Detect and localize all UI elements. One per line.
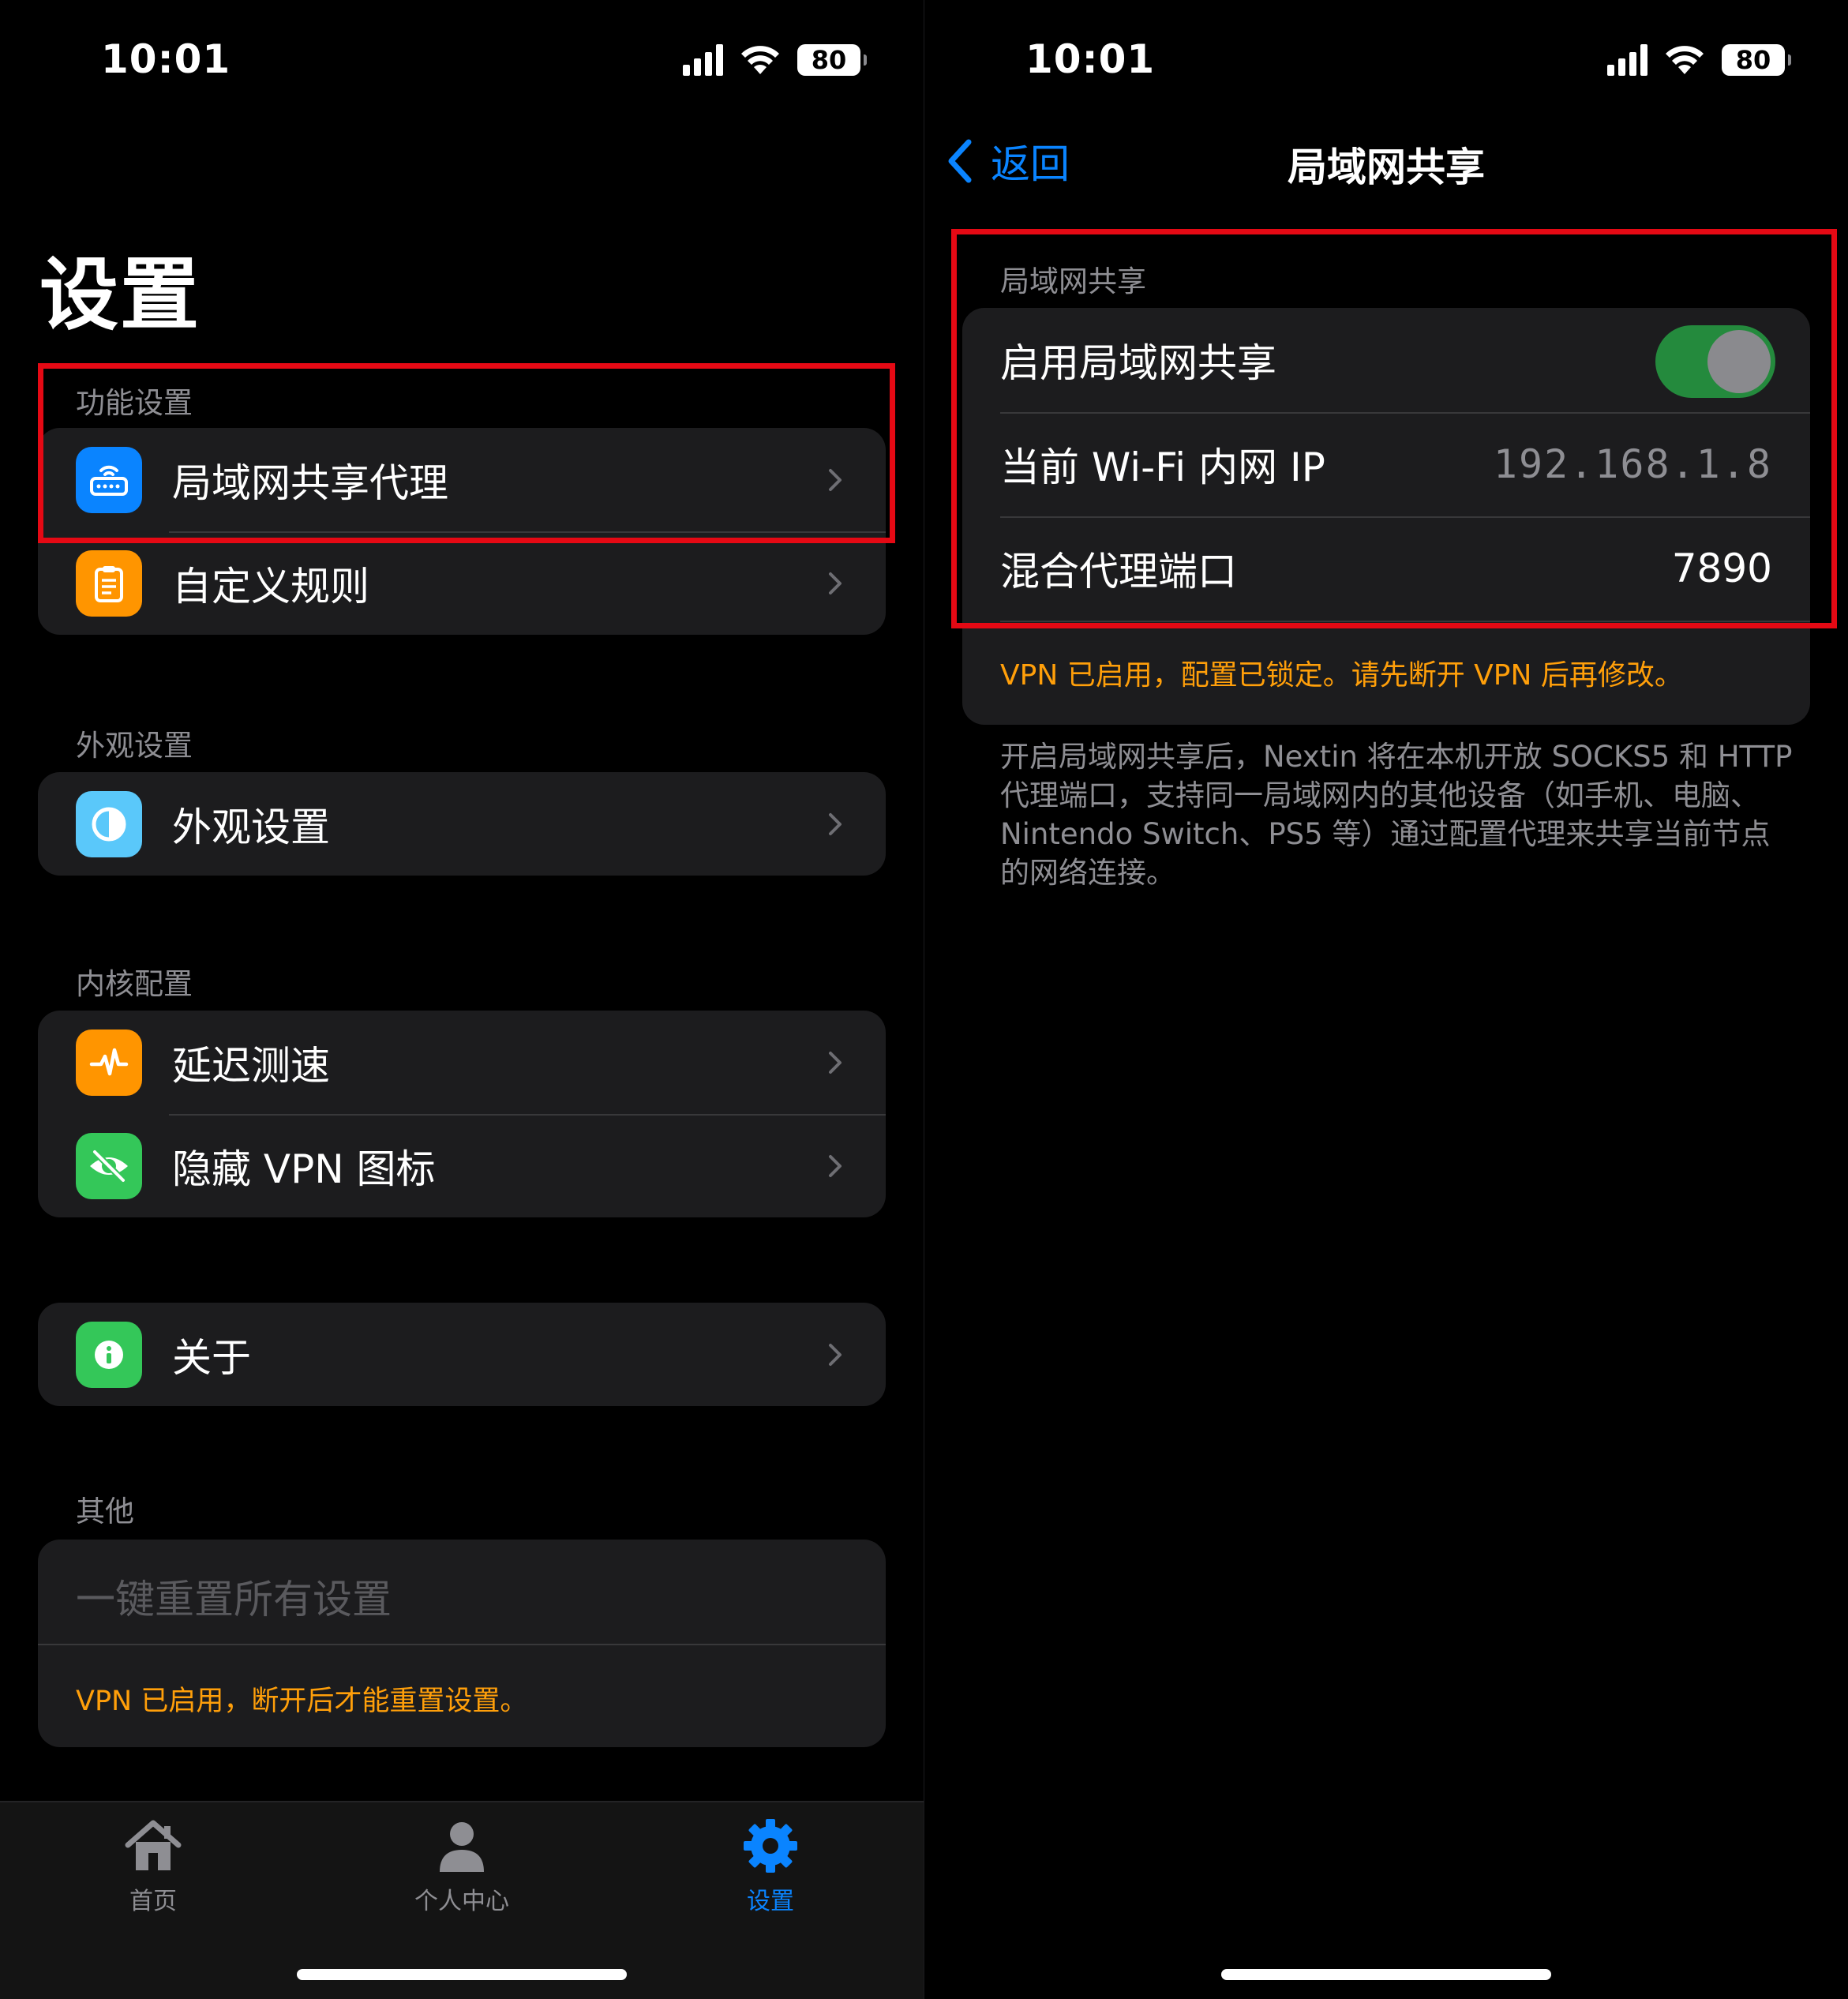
chevron-right-icon	[829, 1344, 842, 1366]
settings-item-latency-test[interactable]: 延迟测速	[38, 1011, 886, 1114]
status-time: 10:01	[1025, 36, 1156, 82]
chevron-left-icon	[948, 139, 972, 183]
home-indicator	[1221, 1969, 1551, 1980]
battery-indicator: 80	[797, 44, 867, 76]
tab-label: 首页	[129, 1888, 177, 1915]
home-indicator	[297, 1969, 627, 1980]
chevron-right-icon	[829, 813, 842, 835]
wifi-icon	[741, 46, 779, 74]
status-icons: 80	[1607, 44, 1791, 76]
cellular-signal-icon	[683, 44, 723, 76]
tab-home[interactable]: 首页	[58, 1817, 248, 1916]
contrast-icon	[76, 791, 142, 857]
lan-sharing-description: 开启局域网共享后，Nextin 将在本机开放 SOCKS5 和 HTTP 代理端…	[1000, 740, 1793, 890]
section-header-core: 内核配置	[76, 967, 193, 1001]
reset-all-settings-label: 一键重置所有设置	[76, 1577, 392, 1622]
chevron-right-icon	[829, 1155, 842, 1177]
tab-bar: 首页 个人中心 设置	[0, 1801, 924, 1999]
settings-item-appearance[interactable]: 外观设置	[38, 772, 886, 876]
other-group: 一键重置所有设置 VPN 已启用，断开后才能重置设置。	[38, 1540, 886, 1747]
page-title: 设置	[39, 249, 201, 341]
core-settings-group: 延迟测速 隐藏 VPN 图标	[38, 1011, 886, 1217]
settings-item-label: 自定义规则	[172, 563, 369, 609]
settings-screen: 10:01 80 设置 功能设置 局域网共享代理 自定义规则 外观设置 外观设置…	[0, 0, 924, 1999]
info-icon	[76, 1322, 142, 1388]
appearance-settings-group: 外观设置	[38, 772, 886, 876]
tab-label: 个人中心	[414, 1888, 509, 1915]
lan-sharing-screen: 10:01 80 局域网共享 返回 局域网共享 启用局域网共享 当前 Wi-Fi…	[924, 0, 1848, 1999]
settings-item-label: 关于	[172, 1334, 251, 1381]
tab-profile[interactable]: 个人中心	[367, 1817, 557, 1916]
back-button[interactable]: 返回	[942, 133, 1070, 189]
reset-disabled-note: VPN 已启用，断开后才能重置设置。	[76, 1686, 528, 1717]
highlight-box	[951, 229, 1837, 628]
chevron-right-icon	[829, 572, 842, 594]
house-icon	[125, 1820, 182, 1870]
vpn-locked-note: VPN 已启用，配置已锁定。请先断开 VPN 后再修改。	[1000, 659, 1683, 692]
pulse-icon	[76, 1030, 142, 1096]
tab-label: 设置	[747, 1888, 794, 1915]
highlight-box	[38, 363, 895, 543]
tab-settings[interactable]: 设置	[676, 1817, 865, 1916]
chevron-right-icon	[829, 1052, 842, 1074]
settings-item-label: 隐藏 VPN 图标	[172, 1146, 436, 1192]
section-header-appearance: 外观设置	[76, 729, 193, 763]
about-group: 关于	[38, 1303, 886, 1406]
gear-icon	[744, 1819, 797, 1873]
settings-item-custom-rules[interactable]: 自定义规则	[38, 531, 886, 635]
row-separator	[38, 1644, 886, 1645]
battery-indicator: 80	[1722, 44, 1791, 76]
reset-all-settings-button[interactable]: 一键重置所有设置	[38, 1540, 886, 1644]
settings-item-hide-vpn-icon[interactable]: 隐藏 VPN 图标	[38, 1114, 886, 1217]
settings-item-about[interactable]: 关于	[38, 1303, 886, 1406]
person-icon	[440, 1822, 484, 1872]
wifi-icon	[1666, 46, 1704, 74]
eye-slash-icon	[76, 1133, 142, 1199]
cellular-signal-icon	[1607, 44, 1647, 76]
back-label: 返回	[991, 141, 1070, 187]
settings-item-label: 延迟测速	[172, 1042, 330, 1089]
status-icons: 80	[683, 44, 867, 76]
status-time: 10:01	[101, 36, 231, 82]
clipboard-icon	[76, 550, 142, 617]
section-header-other: 其他	[76, 1495, 134, 1528]
settings-item-label: 外观设置	[172, 804, 330, 850]
